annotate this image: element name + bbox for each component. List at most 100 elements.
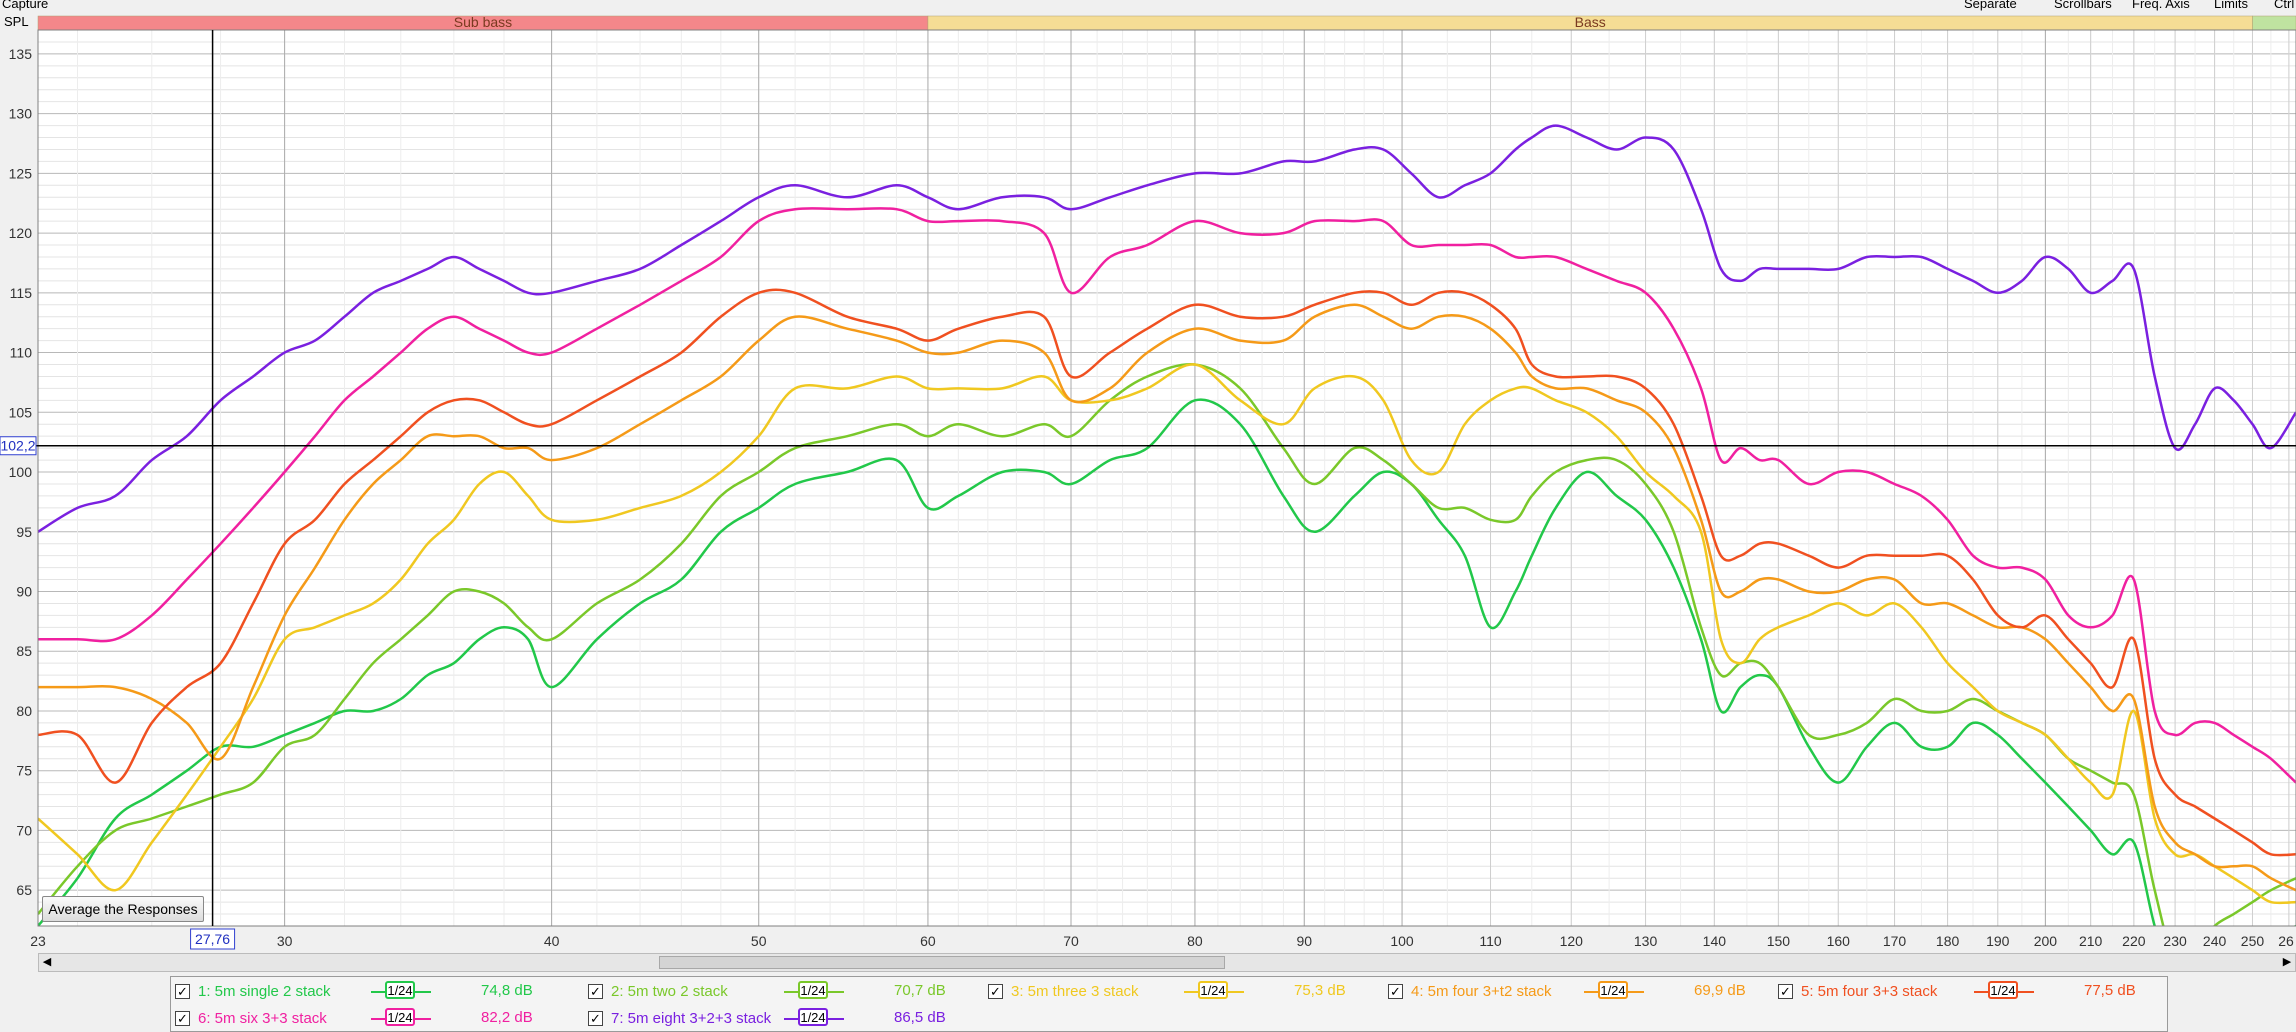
controls-button[interactable]: Ctrl <box>2274 0 2294 11</box>
x-tick-label: 220 <box>2122 933 2146 949</box>
legend-checkbox[interactable]: ✓ <box>1388 983 1403 999</box>
x-tick-label: 50 <box>751 933 767 949</box>
y-tick-label: 80 <box>16 703 32 719</box>
average-responses-button[interactable]: Average the Responses <box>42 896 204 922</box>
horizontal-scrollbar[interactable]: ◀ ▶ <box>38 953 2296 972</box>
x-tick-label: 23 <box>30 933 46 949</box>
y-tick-label: 100 <box>9 464 33 480</box>
legend-item: ✓ 6: 5m six 3+3 stack <box>175 1005 327 1031</box>
band-label: Bass <box>1575 14 1606 30</box>
x-tick-label: 170 <box>1883 933 1907 949</box>
x-tick-label: 40 <box>544 933 560 949</box>
legend-item: ✓ 4: 5m four 3+t2 stack <box>1388 978 1552 1004</box>
x-tick-label: 150 <box>1767 933 1791 949</box>
legend-level: 77,5 dB <box>2084 982 2136 999</box>
legend-label: 6: 5m six 3+3 stack <box>198 1009 327 1027</box>
y-tick-label: 135 <box>9 46 33 62</box>
x-tick-label: 250 <box>2241 933 2265 949</box>
y-tick-label: 125 <box>9 165 33 181</box>
x-tick-label: 30 <box>277 933 293 949</box>
legend-label: 5: 5m four 3+3 stack <box>1801 982 1938 1000</box>
y-tick-label: 130 <box>9 106 33 122</box>
legend-label: 4: 5m four 3+t2 stack <box>1411 982 1552 1000</box>
frequency-response-chart[interactable]: Sub bass Bass 65 70 75 80 85 90 95 100 105 110 115 12… <box>0 0 2296 1032</box>
legend-item: ✓ 2: 5m two 2 stack <box>588 978 728 1004</box>
band-label: Sub bass <box>454 14 512 30</box>
x-tick-label: 140 <box>1703 933 1727 949</box>
x-tick-label: 120 <box>1560 933 1584 949</box>
x-tick-label: 26 <box>2278 933 2294 949</box>
x-tick-label: 60 <box>920 933 936 949</box>
y-tick-label: 65 <box>16 882 32 898</box>
freq-axis-button[interactable]: Freq. Axis <box>2132 0 2190 11</box>
legend-level: 75,3 dB <box>1294 982 1346 999</box>
smoothing-label: 1/24 <box>385 1008 415 1026</box>
x-tick-label: 180 <box>1936 933 1960 949</box>
x-tick-label: 70 <box>1063 933 1079 949</box>
legend-level: 69,9 dB <box>1694 982 1746 999</box>
x-tick-label: 90 <box>1296 933 1312 949</box>
y-tick-label: 120 <box>9 225 33 241</box>
legend-checkbox[interactable]: ✓ <box>175 1010 190 1026</box>
plot-area <box>38 30 2296 926</box>
smoothing-label: 1/24 <box>798 981 828 999</box>
y-axis-label: SPL <box>4 14 29 29</box>
x-tick-label: 100 <box>1390 933 1414 949</box>
x-tick-label: 110 <box>1479 933 1502 949</box>
separate-button[interactable]: Separate <box>1964 0 2017 11</box>
y-tick-label: 110 <box>10 345 33 361</box>
smoothing-selector[interactable]: 1/24 <box>1184 981 1244 1001</box>
x-tick-label: 230 <box>2163 933 2187 949</box>
legend-checkbox[interactable]: ✓ <box>175 983 190 999</box>
legend-checkbox[interactable]: ✓ <box>988 983 1003 999</box>
legend-item: ✓ 7: 5m eight 3+2+3 stack <box>588 1005 771 1031</box>
smoothing-label: 1/24 <box>1198 981 1228 999</box>
smoothing-selector[interactable]: 1/24 <box>1584 981 1644 1001</box>
legend-level: 86,5 dB <box>894 1009 946 1026</box>
scrollbars-button[interactable]: Scrollbars <box>2054 0 2112 11</box>
y-tick-label: 85 <box>16 643 32 659</box>
x-tick-label: 240 <box>2203 933 2227 949</box>
smoothing-label: 1/24 <box>385 981 415 999</box>
y-tick-label: 115 <box>10 285 33 301</box>
legend-item: ✓ 1: 5m single 2 stack <box>175 978 331 1004</box>
x-tick-label: 80 <box>1187 933 1203 949</box>
y-tick-label: 105 <box>9 404 33 420</box>
y-tick-label: 95 <box>16 524 32 540</box>
cursor-x-readout: 27,76 <box>195 931 230 947</box>
legend-level: 82,2 dB <box>481 1009 533 1026</box>
legend-checkbox[interactable]: ✓ <box>588 1010 603 1026</box>
cursor-y-readout: 102,2 <box>0 438 35 454</box>
y-tick-label: 90 <box>16 583 32 599</box>
legend-label: 2: 5m two 2 stack <box>611 982 728 1000</box>
frequency-band[interactable] <box>2252 15 2296 31</box>
legend-label: 7: 5m eight 3+2+3 stack <box>611 1009 772 1027</box>
legend-checkbox[interactable]: ✓ <box>588 983 603 999</box>
legend-label: 3: 5m three 3 stack <box>1011 982 1139 1000</box>
smoothing-selector[interactable]: 1/24 <box>371 1008 431 1028</box>
smoothing-label: 1/24 <box>798 1008 828 1026</box>
scrollbar-thumb[interactable] <box>659 956 1225 969</box>
limits-button[interactable]: Limits <box>2214 0 2248 11</box>
legend-label: 1: 5m single 2 stack <box>198 982 331 1000</box>
legend-level: 70,7 dB <box>894 982 946 999</box>
smoothing-selector[interactable]: 1/24 <box>784 1008 844 1028</box>
legend-item: ✓ 3: 5m three 3 stack <box>988 978 1139 1004</box>
x-tick-label: 160 <box>1827 933 1851 949</box>
smoothing-label: 1/24 <box>1598 981 1628 999</box>
x-tick-label: 190 <box>1986 933 2010 949</box>
smoothing-selector[interactable]: 1/24 <box>371 981 431 1001</box>
capture-label[interactable]: Capture <box>2 0 48 11</box>
x-tick-label: 200 <box>2034 933 2058 949</box>
legend-checkbox[interactable]: ✓ <box>1778 983 1793 999</box>
smoothing-label: 1/24 <box>1988 981 2018 999</box>
y-tick-label: 70 <box>16 822 32 838</box>
smoothing-selector[interactable]: 1/24 <box>1974 981 2034 1001</box>
legend-item: ✓ 5: 5m four 3+3 stack <box>1778 978 1937 1004</box>
scroll-right-icon[interactable]: ▶ <box>2279 954 2295 971</box>
smoothing-selector[interactable]: 1/24 <box>784 981 844 1001</box>
scroll-left-icon[interactable]: ◀ <box>39 954 55 971</box>
x-tick-label: 130 <box>1634 933 1658 949</box>
legend-level: 74,8 dB <box>481 982 533 999</box>
legend-panel: ✓ 1: 5m single 2 stack 1/24 74,8 dB ✓ 2: 5m t… <box>170 976 2168 1032</box>
